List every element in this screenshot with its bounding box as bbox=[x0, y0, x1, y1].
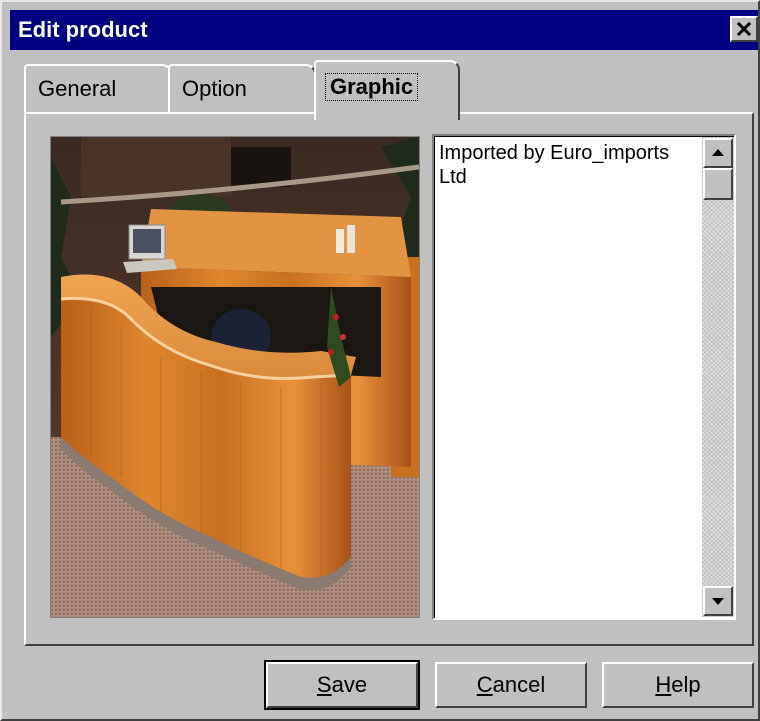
vertical-scrollbar[interactable] bbox=[702, 137, 734, 617]
product-photo bbox=[50, 136, 420, 618]
arrow-up-icon bbox=[712, 149, 724, 156]
product-photo-image bbox=[51, 137, 419, 617]
tab-general-label: General bbox=[38, 76, 117, 101]
description-text: Imported by Euro_imports Ltd bbox=[439, 142, 670, 188]
tab-graphic[interactable]: Graphic bbox=[314, 60, 460, 120]
save-mnemonic: S bbox=[316, 672, 332, 697]
textarea-inner: Imported by Euro_imports Ltd bbox=[434, 136, 734, 618]
arrow-down-icon bbox=[712, 598, 724, 605]
help-mnemonic: H bbox=[655, 672, 672, 697]
window-title: Edit product bbox=[18, 17, 148, 42]
help-button[interactable]: Help bbox=[602, 662, 754, 708]
close-icon bbox=[736, 21, 752, 37]
tab-option-label: Option bbox=[182, 76, 247, 101]
description-textarea[interactable]: Imported by Euro_imports Ltd bbox=[432, 134, 736, 620]
save-label-rest: ave bbox=[331, 672, 368, 697]
tab-panel-graphic: Imported by Euro_imports Ltd bbox=[24, 112, 754, 646]
tab-general[interactable]: General bbox=[24, 64, 172, 114]
cancel-label-rest: ancel bbox=[492, 672, 546, 697]
cancel-button[interactable]: Cancel bbox=[435, 662, 587, 708]
scroll-down-button[interactable] bbox=[703, 586, 733, 616]
scroll-thumb[interactable] bbox=[703, 168, 733, 200]
close-button[interactable] bbox=[730, 16, 758, 42]
help-label-rest: elp bbox=[671, 672, 701, 697]
save-button[interactable]: Save bbox=[264, 660, 420, 710]
tab-graphic-label: Graphic bbox=[324, 73, 419, 101]
edit-product-dialog: Edit product General Option Graphic Impo… bbox=[0, 0, 760, 721]
tab-option[interactable]: Option bbox=[168, 64, 316, 114]
scroll-up-button[interactable] bbox=[703, 138, 733, 168]
titlebar[interactable]: Edit product bbox=[10, 10, 758, 50]
cancel-mnemonic: C bbox=[476, 672, 493, 697]
